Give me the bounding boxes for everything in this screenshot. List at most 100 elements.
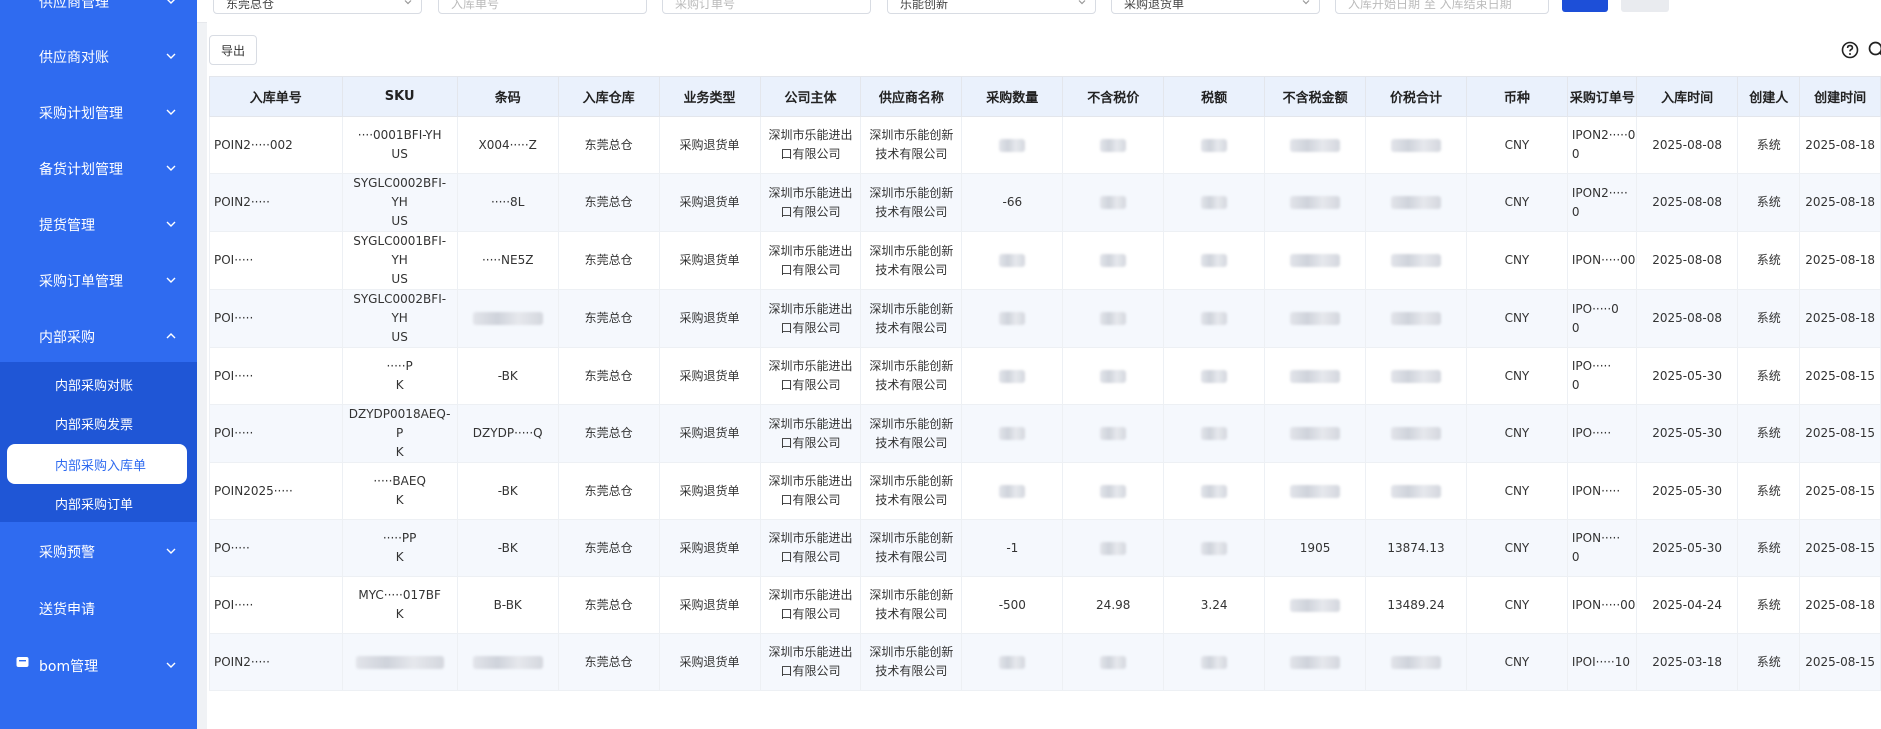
cell-qty: -1	[961, 519, 1064, 577]
cell-tax	[1163, 289, 1266, 348]
cell-text: 系统	[1756, 137, 1781, 152]
cell-text: 2025-05-30	[1652, 483, 1723, 498]
cell-text: ·····8L	[490, 195, 525, 209]
submenu-item-2[interactable]: 内部采购入库单	[7, 444, 187, 484]
cell-text: ····0001BFI-YH	[357, 128, 442, 142]
sidebar-item-8[interactable]: 送货申请	[0, 589, 197, 629]
redacted-value	[1100, 541, 1127, 555]
export-button[interactable]: 导出	[209, 35, 257, 65]
submenu-item-1[interactable]: 内部采购发票	[0, 405, 197, 441]
cell-in_date: 2025-08-08	[1636, 116, 1739, 174]
redacted-value	[1390, 655, 1441, 669]
table-row[interactable]: POI····· MYC·····017BF K B-BK 东莞总仓 采购退货单 深圳市乐能…	[209, 576, 1881, 634]
filter-4[interactable]: 采购退货单	[1111, 0, 1320, 14]
table-row[interactable]: POIN2025····· ·····BAEQ K -BK 东莞总仓 采购退货单 深圳市乐能…	[209, 462, 1881, 520]
cell-total	[1365, 231, 1467, 290]
submenu-item-0[interactable]: 内部采购对账	[0, 366, 197, 402]
reset-button[interactable]	[1621, 0, 1669, 12]
filter-2[interactable]: 采购订单号	[662, 0, 871, 14]
sidebar-item-6[interactable]: 内部采购	[0, 317, 197, 357]
filter-0[interactable]: 东莞总仓	[213, 0, 422, 14]
cell-text: POIN2025·····	[214, 483, 293, 498]
table-row[interactable]: POIN2····· 东莞总仓 采购退货单 深圳市乐能进出口有限公司 深圳市乐能创新技术…	[209, 633, 1881, 691]
cell-text: 2025-08-08	[1652, 137, 1723, 152]
column-header-0: 入库单号	[209, 76, 343, 117]
cell-text: 2025-08-15	[1805, 368, 1876, 383]
cell-text: 1905	[1299, 540, 1331, 555]
redacted-value	[1390, 312, 1441, 325]
cell-biz_type: 采购退货单	[658, 633, 761, 691]
cell-text: 东莞总仓	[584, 311, 633, 325]
sidebar-item-3[interactable]: 备货计划管理	[0, 149, 197, 189]
chevron-down-icon	[167, 0, 175, 4]
column-header-2: 条码	[456, 76, 559, 117]
cell-text: -BK	[497, 483, 518, 498]
cell-amount_ex	[1264, 462, 1367, 520]
cell-text: 采购退货单	[679, 253, 740, 267]
cell-text: IPON·····	[1571, 531, 1621, 545]
table-row[interactable]: POI····· DZYDP0018AEQ-P K DZYDP·····Q 东莞总仓 采购…	[209, 404, 1881, 463]
cell-tax	[1163, 462, 1266, 520]
cell-text: K	[395, 445, 404, 459]
search-button[interactable]	[1562, 0, 1608, 12]
column-header-12: 币种	[1465, 76, 1568, 117]
cell-supplier: 深圳市乐能创新技术有限公司	[860, 347, 963, 405]
cell-biz_type: 采购退货单	[658, 116, 761, 174]
sidebar-item-4[interactable]: 提货管理	[0, 205, 197, 245]
column-header-3: 入库仓库	[557, 76, 660, 117]
sidebar-item-5[interactable]: 采购订单管理	[0, 261, 197, 301]
cell-text: POIN2·····002	[214, 137, 293, 152]
chevron-down-icon	[166, 662, 176, 668]
sidebar-item-7[interactable]: 采购预警	[0, 532, 197, 572]
sidebar-item-label: 提货管理	[39, 218, 95, 234]
chevron-down-icon	[166, 548, 176, 554]
column-header-11: 价税合计	[1365, 76, 1467, 117]
cell-text: 东莞总仓	[584, 195, 633, 209]
redacted-value	[1201, 254, 1228, 267]
cell-text: 2025-08-18	[1805, 253, 1876, 267]
search-icon[interactable]	[1867, 40, 1881, 60]
cell-price	[1062, 519, 1165, 577]
filter-5[interactable]: 入库开始日期 至 入库结束日期	[1335, 0, 1549, 14]
table-row[interactable]: POI····· ·····P K -BK 东莞总仓 采购退货单 深圳市乐能进出口有限公司深…	[209, 347, 1881, 405]
cell-tax	[1163, 173, 1266, 232]
cell-warehouse: 东莞总仓	[557, 633, 660, 691]
sidebar-item-1[interactable]: 供应商对账	[0, 37, 197, 77]
cell-price	[1062, 633, 1165, 691]
filter-1[interactable]: 入库单号	[438, 0, 647, 14]
cell-text: POI·····	[214, 426, 254, 440]
cell-biz_type: 采购退货单	[658, 519, 761, 577]
sidebar-item-9[interactable]: bom管理	[0, 646, 197, 686]
table-row[interactable]: POIN2····· SYGLC0002BFI-YH US ·····8L 东莞总仓 采购…	[209, 173, 1881, 232]
sidebar-item-2[interactable]: 采购计划管理	[0, 93, 197, 133]
cell-po: IPON·····	[1566, 462, 1638, 520]
cell-in_date: 2025-04-24	[1636, 576, 1739, 634]
table-row[interactable]: POI····· SYGLC0001BFI-YH US ·····NE5Z 东莞总仓 采购…	[209, 231, 1881, 290]
submenu-item-label: 内部采购入库单	[55, 458, 147, 474]
cell-biz_type: 采购退货单	[658, 173, 761, 232]
redacted-value	[999, 655, 1026, 669]
cell-po: IPO····· 0	[1566, 347, 1638, 405]
table-row[interactable]: PO····· ·····PP K -BK 东莞总仓 采购退货单 深圳市乐能进出口有限公司深…	[209, 519, 1881, 577]
filter-3[interactable]: 乐能创新	[887, 0, 1096, 14]
help-icon[interactable]	[1840, 40, 1860, 60]
cell-text: DZYDP0018AEQ-P	[348, 407, 451, 440]
cell-text: 采购退货单	[679, 311, 740, 325]
cell-amount_ex	[1264, 231, 1367, 290]
redacted-value	[1290, 312, 1341, 325]
cell-text: 东莞总仓	[584, 253, 633, 267]
submenu-item-3[interactable]: 内部采购订单	[0, 485, 197, 521]
cell-company: 深圳市乐能进出口有限公司	[759, 404, 862, 463]
table-row[interactable]: POI····· SYGLC0002BFI-YH US 东莞总仓 采购退货单 深圳市乐能进…	[209, 289, 1881, 348]
cell-text: 24.98	[1096, 597, 1131, 612]
cell-created: 2025-08-15	[1799, 404, 1881, 463]
redacted-value	[1390, 484, 1441, 498]
sidebar-item-0[interactable]: 供应商管理	[0, 0, 197, 22]
cell-biz_type: 采购退货单	[658, 231, 761, 290]
chevron-down-icon	[1302, 0, 1310, 5]
cell-qty	[961, 116, 1064, 174]
cell-text: -500	[998, 597, 1026, 612]
cell-warehouse: 东莞总仓	[557, 231, 660, 290]
cell-text: 0	[1571, 320, 1580, 335]
table-row[interactable]: POIN2·····002 ····0001BFI-YH US X004·····Z 东…	[209, 116, 1881, 174]
